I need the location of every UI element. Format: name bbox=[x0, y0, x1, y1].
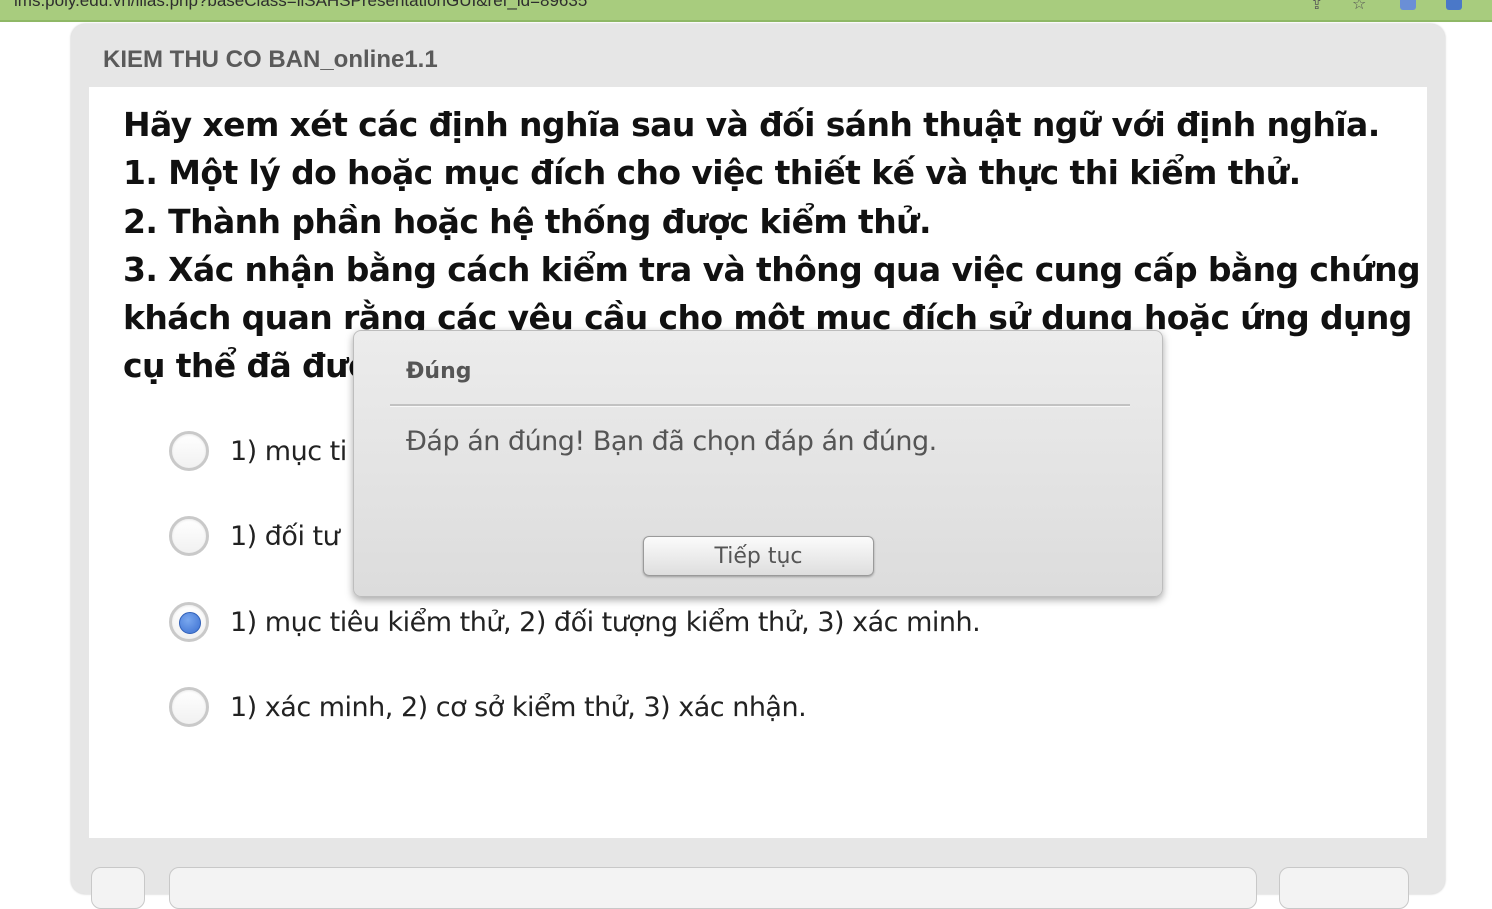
dialog-title: Đúng bbox=[406, 359, 472, 384]
radio-button[interactable] bbox=[169, 516, 209, 556]
radio-button[interactable] bbox=[169, 431, 209, 471]
answer-option-label: 1) xác minh, 2) cơ sở kiểm thử, 3) xác n… bbox=[230, 691, 807, 723]
radio-button[interactable] bbox=[169, 687, 209, 727]
nav-button[interactable] bbox=[1279, 867, 1409, 909]
progress-track bbox=[169, 867, 1257, 909]
question-line: 1. Một lý do hoặc mục đích cho việc thiế… bbox=[123, 153, 1301, 193]
extension-icon[interactable] bbox=[1446, 0, 1462, 10]
course-title: KIEM THU CO BAN_online1.1 bbox=[103, 46, 438, 73]
nav-button[interactable] bbox=[91, 867, 145, 909]
star-icon[interactable]: ☆ bbox=[1352, 0, 1366, 13]
question-line: 2. Thành phần hoặc hệ thống được kiểm th… bbox=[123, 201, 932, 241]
radio-button-selected[interactable] bbox=[169, 602, 209, 642]
dialog-divider bbox=[390, 404, 1130, 407]
browser-address-bar: lms.poly.edu.vn/ilias.php?baseClass=ilSA… bbox=[0, 0, 1492, 22]
extension-icon[interactable] bbox=[1400, 0, 1416, 10]
url-text[interactable]: lms.poly.edu.vn/ilias.php?baseClass=ilSA… bbox=[14, 0, 587, 11]
question-line: Hãy xem xét các định nghĩa sau và đối sá… bbox=[123, 105, 1380, 144]
bottom-navigation-bar bbox=[89, 867, 1427, 909]
answer-option-label: 1) mục ti bbox=[230, 435, 347, 467]
answer-option-label: 1) mục tiêu kiểm thử, 2) đối tượng kiểm … bbox=[230, 606, 981, 638]
question-line: 3. Xác nhận bằng cách kiểm tra và thông … bbox=[123, 249, 1421, 289]
share-icon[interactable]: ⇪ bbox=[1310, 0, 1323, 13]
continue-button[interactable]: Tiếp tục bbox=[643, 536, 874, 576]
answer-option-label: 1) đối tư bbox=[230, 520, 340, 552]
answer-option-4[interactable]: 1) xác minh, 2) cơ sở kiểm thử, 3) xác n… bbox=[169, 682, 1169, 732]
dialog-message: Đáp án đúng! Bạn đã chọn đáp án đúng. bbox=[406, 426, 937, 457]
feedback-dialog: Đúng Đáp án đúng! Bạn đã chọn đáp án đún… bbox=[353, 330, 1163, 597]
answer-option-3[interactable]: 1) mục tiêu kiểm thử, 2) đối tượng kiểm … bbox=[169, 597, 1169, 647]
